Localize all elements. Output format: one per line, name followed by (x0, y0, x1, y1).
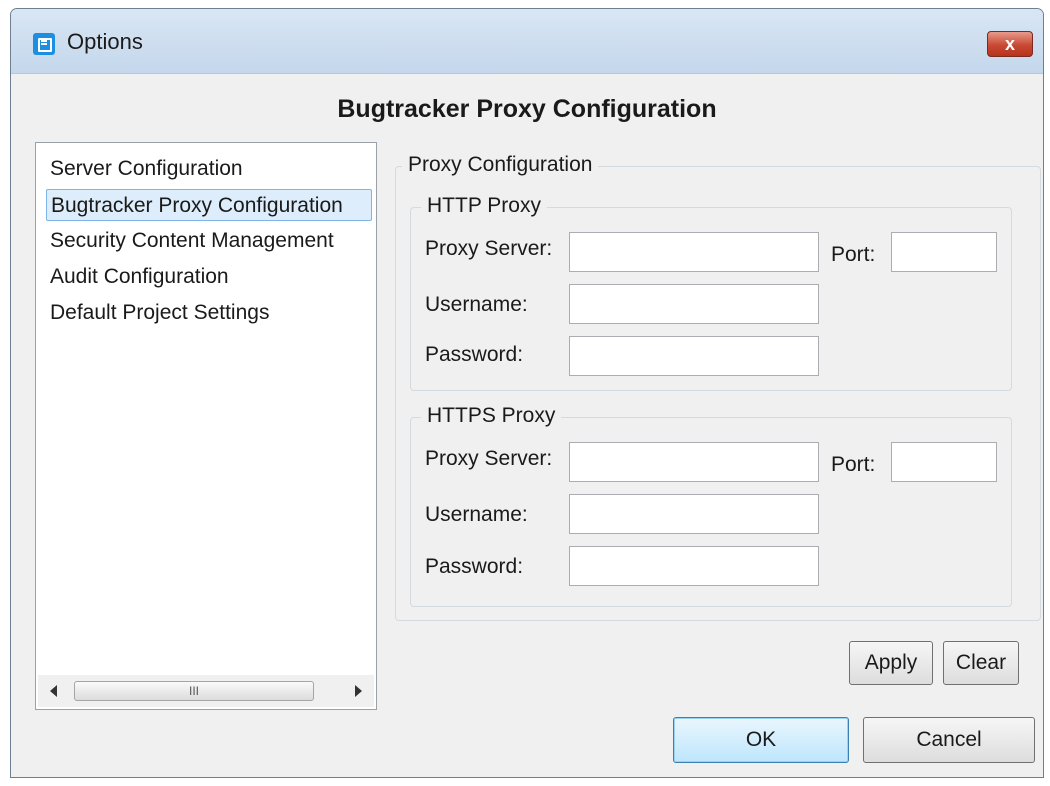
proxy-configuration-group: Proxy Configuration HTTP Proxy Proxy Ser… (395, 153, 1041, 621)
http-port-label: Port: (831, 243, 876, 266)
nav-item-bugtracker-proxy-configuration[interactable]: Bugtracker Proxy Configuration (46, 189, 372, 221)
http-port-input[interactable] (891, 232, 997, 272)
options-dialog: Options x Bugtracker Proxy Configuration… (10, 8, 1044, 778)
http-username-label: Username: (425, 293, 528, 316)
proxy-configuration-legend: Proxy Configuration (402, 153, 599, 177)
http-proxy-group: HTTP Proxy Proxy Server: Port: Username:… (410, 194, 1012, 391)
https-proxy-legend: HTTPS Proxy (421, 404, 562, 428)
cancel-button[interactable]: Cancel (863, 717, 1035, 763)
http-password-label: Password: (425, 343, 524, 366)
ok-button[interactable]: OK (673, 717, 849, 763)
https-port-input[interactable] (891, 442, 997, 482)
https-username-input[interactable] (569, 494, 819, 534)
app-icon (33, 33, 55, 55)
title-bar[interactable]: Options x (11, 9, 1043, 74)
close-button[interactable]: x (987, 31, 1033, 57)
https-proxy-server-label: Proxy Server: (425, 447, 553, 470)
http-username-input[interactable] (569, 284, 819, 324)
http-proxy-legend: HTTP Proxy (421, 194, 547, 218)
page-title: Bugtracker Proxy Configuration (337, 95, 717, 123)
window-title: Options (67, 29, 143, 54)
https-password-input[interactable] (569, 546, 819, 586)
nav-item-audit-configuration[interactable]: Audit Configuration (46, 261, 372, 293)
https-password-label: Password: (425, 555, 524, 578)
http-password-input[interactable] (569, 336, 819, 376)
nav-item-security-content-management[interactable]: Security Content Management (46, 225, 372, 257)
clear-button[interactable]: Clear (943, 641, 1019, 685)
options-nav-list[interactable]: Server Configuration Bugtracker Proxy Co… (35, 142, 377, 710)
https-username-label: Username: (425, 503, 528, 526)
scroll-thumb[interactable]: III (74, 681, 314, 701)
https-proxy-server-input[interactable] (569, 442, 819, 482)
apply-button[interactable]: Apply (849, 641, 933, 685)
https-port-label: Port: (831, 453, 876, 476)
scroll-right-icon[interactable] (355, 685, 362, 697)
nav-item-server-configuration[interactable]: Server Configuration (46, 153, 372, 185)
http-proxy-server-label: Proxy Server: (425, 237, 553, 260)
http-proxy-server-input[interactable] (569, 232, 819, 272)
nav-item-default-project-settings[interactable]: Default Project Settings (46, 297, 372, 329)
https-proxy-group: HTTPS Proxy Proxy Server: Port: Username… (410, 404, 1012, 607)
horizontal-scrollbar[interactable]: III (38, 675, 374, 707)
scroll-left-icon[interactable] (50, 685, 57, 697)
